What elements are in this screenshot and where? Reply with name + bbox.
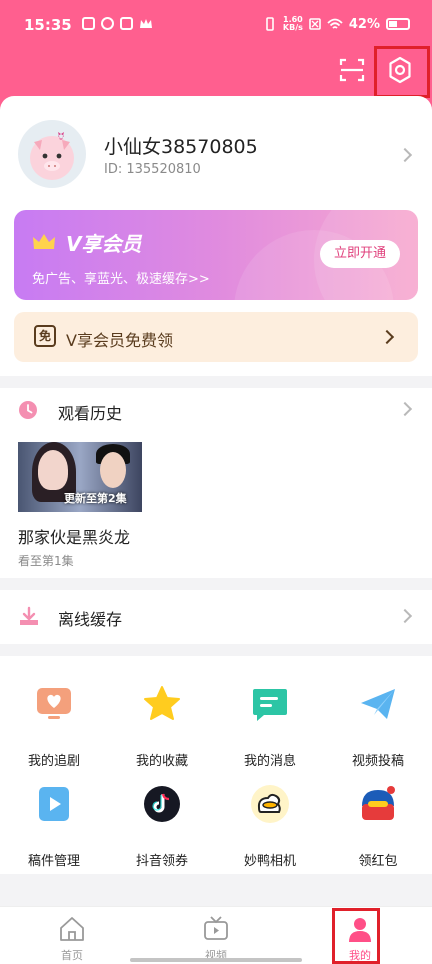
wifi-icon: [327, 18, 343, 29]
video-progress: 看至第1集: [18, 554, 74, 568]
grid-label: 我的追剧: [27, 754, 80, 769]
status-bar: 15:35 1.60 KB/s 42%: [0, 0, 432, 52]
vibrate-icon: [266, 17, 274, 31]
download-icon: [20, 606, 38, 625]
tv-icon: [204, 916, 228, 940]
tv-heart-icon: [37, 688, 71, 719]
feature-grid: 我的追剧 我的收藏 我的消息 视频投稿 稿件管理 抖音领券 妙鸭相机 领红包: [0, 656, 432, 874]
grid-label: 我的收藏: [135, 754, 188, 769]
grid-item-douyin-coupon[interactable]: 抖音领券: [108, 770, 216, 869]
home-icon: [60, 917, 84, 941]
scan-icon[interactable]: [338, 56, 366, 84]
notification-icon: [101, 17, 114, 30]
free-vip-row[interactable]: 免 V享会员免费领: [14, 312, 418, 362]
history-chevron-icon[interactable]: [397, 401, 413, 417]
offline-chevron-icon: [397, 608, 413, 624]
grid-label: 领红包: [358, 854, 398, 869]
red-packet-icon: [362, 786, 395, 820]
grid-item-favorites[interactable]: 我的收藏: [108, 670, 216, 769]
tab-mine-highlight: [332, 908, 380, 964]
thumbnail-caption: 更新至第2集: [64, 492, 127, 505]
paper-plane-icon: [361, 689, 395, 719]
notification-icon: [120, 17, 133, 30]
battery-percent: 42%: [348, 16, 380, 32]
avatar-image: [30, 132, 74, 180]
battery-icon: [386, 18, 410, 30]
free-vip-label: V享会员免费领: [66, 331, 173, 350]
free-vip-chevron-icon: [379, 329, 395, 345]
username[interactable]: 小仙女38570805: [104, 132, 258, 159]
status-time: 15:35: [24, 16, 72, 34]
user-id: ID: 135520810: [104, 162, 201, 177]
crown-icon: [33, 234, 55, 249]
grid-item-messages[interactable]: 我的消息: [216, 670, 324, 769]
video-title[interactable]: 那家伙是黑炎龙: [18, 524, 130, 548]
tiktok-icon: [144, 786, 180, 822]
avatar[interactable]: [18, 120, 86, 188]
history-title[interactable]: 观看历史: [58, 400, 122, 424]
play-document-icon: [39, 787, 69, 821]
grid-label: 视频投稿: [351, 754, 404, 769]
message-icon: [253, 689, 287, 721]
vip-open-button[interactable]: 立即开通: [320, 240, 400, 268]
network-speed: 1.60 KB/s: [282, 15, 303, 32]
status-right: 1.60 KB/s 42%: [263, 16, 410, 32]
grid-label: 妙鸭相机: [243, 854, 296, 869]
vip-banner[interactable]: V享会员 免广告、享蓝光、极速缓存>> 立即开通: [14, 210, 418, 300]
grid-label: 稿件管理: [27, 854, 80, 869]
video-thumbnail[interactable]: 更新至第2集: [18, 442, 142, 512]
tab-video[interactable]: 视频: [162, 907, 270, 964]
crown-small-icon: [140, 19, 152, 28]
grid-label: 抖音领券: [135, 854, 188, 869]
tab-home[interactable]: 首页: [18, 907, 126, 964]
grid-item-miaoya-camera[interactable]: 妙鸭相机: [216, 770, 324, 869]
notification-icon: [82, 17, 95, 30]
grid-item-red-packet[interactable]: 领红包: [324, 770, 432, 869]
star-icon: [144, 686, 180, 720]
grid-item-video-upload[interactable]: 视频投稿: [324, 670, 432, 769]
offline-title: 离线缓存: [58, 610, 123, 629]
free-badge-icon: 免: [34, 325, 56, 347]
duck-camera-icon: [251, 785, 289, 823]
settings-gear-icon[interactable]: [386, 56, 414, 84]
no-sim-icon: [309, 18, 321, 30]
grid-item-manuscripts[interactable]: 稿件管理: [0, 770, 108, 869]
watch-history-section: 观看历史 更新至第2集 那家伙是黑炎龙 看至第1集: [0, 388, 432, 578]
clock-icon: [19, 401, 37, 419]
thumb-figure: [38, 450, 68, 490]
notification-icons: [82, 17, 153, 30]
vip-title: V享会员: [66, 232, 142, 256]
tab-label: 首页: [61, 949, 83, 962]
home-indicator[interactable]: [130, 958, 302, 962]
grid-item-my-series[interactable]: 我的追剧: [0, 670, 108, 769]
grid-label: 我的消息: [243, 754, 296, 769]
offline-cache-row[interactable]: 离线缓存: [0, 590, 432, 644]
thumb-figure: [100, 452, 126, 488]
vip-subtitle: 免广告、享蓝光、极速缓存>>: [32, 272, 210, 287]
